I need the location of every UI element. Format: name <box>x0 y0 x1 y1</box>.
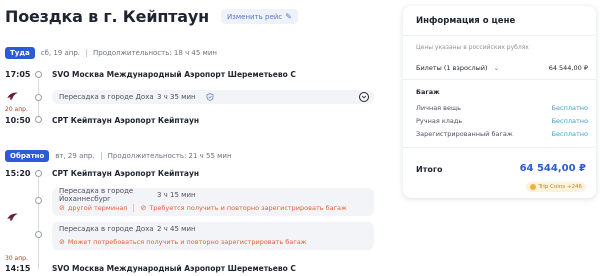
return-date: вт, 29 апр. <box>55 152 95 160</box>
return-duration: Продолжительность: 21 ч 55 мин <box>107 152 232 160</box>
airline-logo <box>5 89 20 104</box>
baggage-row: Личная вещь Бесплатно <box>416 104 588 112</box>
return-header: Обратно вт, 29 апр. Продолжительность: 2… <box>5 150 232 162</box>
trip-coins-label: Trip Coins +246 <box>538 184 582 190</box>
airline-logo-icon <box>7 92 18 100</box>
transfer-warning: Требуется получить и повторно зарегистри… <box>149 204 347 212</box>
outbound-dep-time: 17:05 <box>5 70 31 79</box>
divider <box>403 79 596 80</box>
transfer-warning: другой терминал <box>67 204 128 212</box>
airline-logo-icon <box>7 213 18 221</box>
route-dot <box>35 231 42 238</box>
airline-logo <box>5 210 20 225</box>
chevron-down-icon: ⌄ <box>493 64 500 72</box>
coin-icon <box>530 184 537 190</box>
page-title: Поездка в г. Кейптаун <box>5 7 209 26</box>
outbound-header: Туда сб, 19 апр. Продолжительность: 18 ч… <box>5 47 217 59</box>
shield-icon <box>206 93 213 101</box>
baggage-title: Багаж <box>416 88 440 96</box>
chevron-down-icon <box>361 95 367 99</box>
return-badge: Обратно <box>5 150 50 162</box>
outbound-dep-airport: SVO Москва Международный Аэропорт Шереме… <box>52 70 296 79</box>
divider <box>86 49 88 57</box>
expand-outbound-button[interactable] <box>359 92 369 102</box>
outbound-arr-time: 10:50 <box>5 116 31 125</box>
divider <box>403 147 596 148</box>
tickets-label: Билеты (1 взрослый) <box>416 64 488 72</box>
route-dot <box>35 197 42 204</box>
transfer-city: Пересадка в городе Доха <box>59 93 154 101</box>
warning-icon: ⊘ <box>140 204 147 212</box>
warning-icon: ⊘ <box>59 204 65 212</box>
route-dot <box>35 94 42 101</box>
trip-coins-badge: Trip Coins +246 <box>526 182 586 192</box>
return-transfer-1: Пересадка в городе Йоханнесбург 3 ч 15 м… <box>52 187 374 216</box>
price-card-title: Информация о цене <box>416 16 516 26</box>
outbound-duration: Продолжительность: 18 ч 45 мин <box>93 49 217 57</box>
transfer-duration: 2 ч 45 мин <box>157 225 196 233</box>
route-line <box>38 177 39 269</box>
price-card-note: Цены указаны в российских рублях <box>416 44 529 51</box>
pencil-icon: ✎ <box>285 12 292 21</box>
return-dep-time: 15:20 <box>5 169 31 178</box>
baggage-value: Бесплатно <box>551 130 588 138</box>
return-dep-airport: CPT Кейптаун Аэропорт Кейптаун <box>52 169 200 178</box>
outbound-transfer: Пересадка в городе Доха 3 ч 35 мин <box>52 90 374 104</box>
return-arr-time: 14:15 <box>5 264 31 273</box>
total-label: Итого <box>416 165 443 174</box>
divider <box>100 152 102 160</box>
outbound-arr-day-note: 20 апр. <box>5 106 28 113</box>
divider <box>133 204 135 212</box>
tickets-row[interactable]: Билеты (1 взрослый) ⌄ 64 544,00 ₽ <box>416 64 588 72</box>
baggage-row: Зарегистрированный багаж Бесплатно <box>416 130 588 138</box>
change-flight-label: Изменить рейс <box>226 12 283 21</box>
transfer-warning: Может потребоваться получить и повторно … <box>67 238 307 246</box>
return-arr-day-note: 30 апр. <box>5 255 28 262</box>
price-info-card: Информация о цене Цены указаны в российс… <box>403 6 596 198</box>
route-dot <box>35 170 42 177</box>
tickets-value: 64 544,00 ₽ <box>548 64 588 72</box>
tickets-label-wrap: Билеты (1 взрослый) ⌄ <box>416 64 499 72</box>
divider <box>403 35 596 36</box>
baggage-label: Зарегистрированный багаж <box>416 130 513 138</box>
outbound-arr-airport: CPT Кейптаун Аэропорт Кейптаун <box>52 116 200 125</box>
outbound-badge: Туда <box>5 47 35 59</box>
transfer-city: Пересадка в городе Доха <box>59 225 154 233</box>
baggage-value: Бесплатно <box>551 117 588 125</box>
baggage-label: Личная вещь <box>416 104 461 112</box>
transfer-duration: 3 ч 15 мин <box>157 191 196 199</box>
return-arr-airport: SVO Москва Международный Аэропорт Шереме… <box>52 264 296 273</box>
outbound-date: сб, 19 апр. <box>40 49 81 57</box>
transfer-duration: 3 ч 35 мин <box>157 93 196 101</box>
total-value: 64 544,00 ₽ <box>519 163 586 174</box>
title-row: Поездка в г. Кейптаун Изменить рейс ✎ <box>5 7 298 26</box>
route-dot <box>35 116 42 123</box>
baggage-row: Ручная кладь Бесплатно <box>416 117 588 125</box>
warning-icon: ⊘ <box>59 238 65 246</box>
baggage-label: Ручная кладь <box>416 117 463 125</box>
change-flight-button[interactable]: Изменить рейс ✎ <box>220 9 298 24</box>
return-transfer-2: Пересадка в городе Доха 2 ч 45 мин ⊘ Мож… <box>52 222 374 250</box>
transfer-city: Пересадка в городе Йоханнесбург <box>59 187 134 203</box>
route-dot <box>35 71 42 78</box>
baggage-value: Бесплатно <box>551 104 588 112</box>
